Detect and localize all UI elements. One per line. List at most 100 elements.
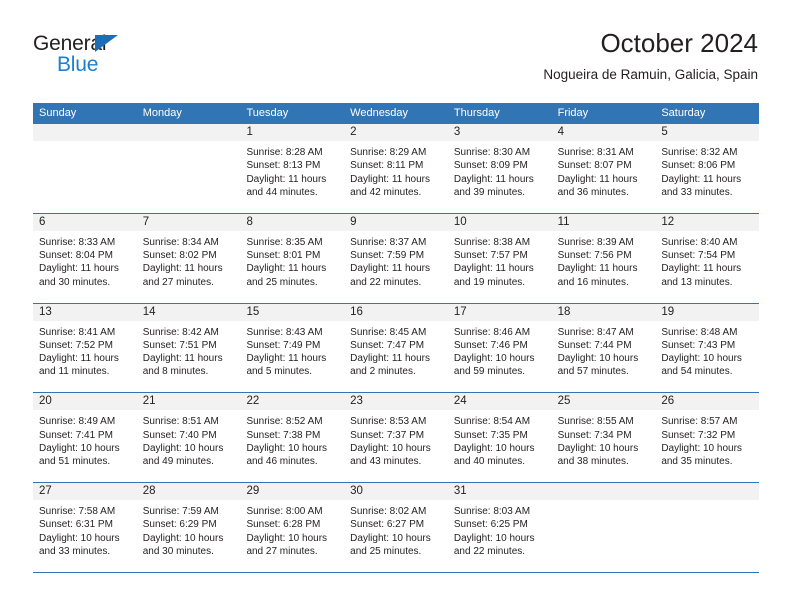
sunset-text: Sunset: 6:25 PM bbox=[453, 519, 528, 531]
calendar-day-cell[interactable]: 25 Sunrise: 8:55 AM Sunset: 7:34 PM Dayligh… bbox=[551, 393, 656, 483]
sunrise-text: Sunrise: 8:53 AM bbox=[350, 416, 427, 428]
calendar-day-cell[interactable]: 14 Sunrise: 8:42 AM Sunset: 7:51 PM Dayligh… bbox=[136, 303, 241, 393]
daylight-text-line2: and 30 minutes. bbox=[39, 276, 111, 288]
calendar-day-cell[interactable]: 31 Sunrise: 8:03 AM Sunset: 6:25 PM Dayligh… bbox=[447, 483, 552, 572]
day-number-band: 19 bbox=[655, 303, 760, 321]
calendar-day-cell[interactable]: 13 Sunrise: 8:41 AM Sunset: 7:52 PM Dayligh… bbox=[33, 303, 137, 393]
calendar-day-cell[interactable]: 12 Sunrise: 8:40 AM Sunset: 7:54 PM Dayligh… bbox=[655, 213, 760, 303]
calendar-day-cell[interactable]: 2 Sunrise: 8:29 AM Sunset: 8:11 PM Daylight… bbox=[344, 124, 448, 213]
daylight-text-line1: Daylight: 10 hours bbox=[453, 442, 535, 454]
calendar-day-cell[interactable]: 5 Sunrise: 8:32 AM Sunset: 8:06 PM Daylight… bbox=[655, 124, 760, 213]
calendar-week-row: 1 Sunrise: 8:28 AM Sunset: 8:13 PM Daylight… bbox=[33, 124, 760, 214]
calendar-day-cell[interactable]: 24 Sunrise: 8:54 AM Sunset: 7:35 PM Dayligh… bbox=[447, 393, 552, 483]
sunset-text: Sunset: 7:52 PM bbox=[39, 339, 113, 351]
daylight-text-line2: and 51 minutes. bbox=[39, 456, 111, 468]
calendar-day-cell[interactable]: 10 Sunrise: 8:38 AM Sunset: 7:57 PM Dayligh… bbox=[447, 213, 552, 303]
day-details: Sunrise: 8:38 AM Sunset: 7:57 PM Daylight:… bbox=[448, 231, 552, 289]
daylight-text-line2: and 22 minutes. bbox=[350, 276, 422, 288]
sunset-text: Sunset: 7:59 PM bbox=[350, 250, 425, 262]
day-details: Sunrise: 8:55 AM Sunset: 7:34 PM Daylight:… bbox=[552, 410, 656, 468]
day-number: 5 bbox=[661, 126, 668, 138]
day-number-band: 2 bbox=[344, 124, 448, 141]
daylight-text-line1: Daylight: 11 hours bbox=[453, 173, 534, 185]
sunrise-text: Sunrise: 7:58 AM bbox=[39, 506, 116, 518]
sunset-text: Sunset: 8:06 PM bbox=[661, 160, 736, 172]
calendar-day-cell[interactable]: 17 Sunrise: 8:46 AM Sunset: 7:46 PM Dayligh… bbox=[447, 303, 552, 393]
calendar-day-cell[interactable]: 16 Sunrise: 8:45 AM Sunset: 7:47 PM Dayligh… bbox=[344, 303, 448, 393]
calendar-day-cell[interactable]: 8 Sunrise: 8:35 AM Sunset: 8:01 PM Daylight… bbox=[240, 213, 345, 303]
daylight-text-line2: and 39 minutes. bbox=[453, 186, 526, 198]
daylight-text-line2: and 40 minutes. bbox=[453, 456, 526, 468]
sunrise-text: Sunrise: 8:30 AM bbox=[453, 147, 531, 158]
day-number-band: 7 bbox=[136, 213, 241, 231]
calendar-day-cell[interactable]: 7 Sunrise: 8:34 AM Sunset: 8:02 PM Daylight… bbox=[136, 213, 241, 303]
daylight-text-line2: and 49 minutes. bbox=[142, 456, 214, 468]
calendar-day-cell[interactable]: 9 Sunrise: 8:37 AM Sunset: 7:59 PM Daylight… bbox=[344, 213, 448, 303]
day-details: Sunrise: 8:37 AM Sunset: 7:59 PM Daylight:… bbox=[344, 231, 448, 289]
calendar-day-cell[interactable]: 30 Sunrise: 8:02 AM Sunset: 6:27 PM Dayligh… bbox=[344, 483, 448, 572]
sunset-text: Sunset: 6:27 PM bbox=[350, 519, 425, 531]
weekday-header-row: Sunday Monday Tuesday Wednesday Thursday… bbox=[33, 103, 759, 124]
sunrise-text: Sunrise: 8:55 AM bbox=[557, 416, 634, 428]
day-number: 4 bbox=[557, 126, 564, 138]
sunset-text: Sunset: 7:41 PM bbox=[39, 429, 113, 441]
calendar-day-cell[interactable]: 18 Sunrise: 8:47 AM Sunset: 7:44 PM Dayligh… bbox=[551, 303, 656, 393]
calendar-day-cell[interactable]: 27 Sunrise: 7:58 AM Sunset: 6:31 PM Dayligh… bbox=[33, 483, 137, 572]
day-number-band: 24 bbox=[447, 393, 552, 411]
day-details: Sunrise: 8:30 AM Sunset: 8:09 PM Daylight:… bbox=[448, 141, 552, 199]
calendar-day-cell[interactable]: 20 Sunrise: 8:49 AM Sunset: 7:41 PM Dayligh… bbox=[33, 393, 137, 483]
calendar-day-cell[interactable]: 19 Sunrise: 8:48 AM Sunset: 7:43 PM Dayligh… bbox=[655, 303, 760, 393]
day-details: Sunrise: 7:59 AM Sunset: 6:29 PM Daylight:… bbox=[137, 500, 241, 558]
sunrise-text: Sunrise: 8:37 AM bbox=[350, 236, 427, 248]
calendar-day-cell[interactable]: 21 Sunrise: 8:51 AM Sunset: 7:40 PM Dayligh… bbox=[136, 393, 241, 483]
day-number: 3 bbox=[453, 126, 461, 138]
calendar-day-cell[interactable]: 22 Sunrise: 8:52 AM Sunset: 7:38 PM Dayligh… bbox=[240, 393, 345, 483]
sunset-text: Sunset: 7:44 PM bbox=[557, 339, 632, 351]
sunrise-text: Sunrise: 8:42 AM bbox=[142, 326, 219, 338]
calendar-day-cell-empty bbox=[655, 483, 760, 572]
day-details: Sunrise: 8:29 AM Sunset: 8:11 PM Daylight:… bbox=[344, 141, 448, 199]
sunrise-text: Sunrise: 8:49 AM bbox=[39, 416, 116, 428]
day-details: Sunrise: 8:00 AM Sunset: 6:28 PM Daylight:… bbox=[240, 500, 344, 558]
sunrise-text: Sunrise: 8:03 AM bbox=[453, 506, 531, 518]
weekday-header-sunday: Sunday bbox=[39, 107, 77, 119]
daylight-text-line1: Daylight: 11 hours bbox=[39, 353, 119, 365]
page-title: October 2024 bbox=[600, 28, 758, 58]
daylight-text-line2: and 42 minutes. bbox=[350, 186, 422, 198]
daylight-text-line2: and 13 minutes. bbox=[661, 276, 733, 288]
day-number: 22 bbox=[246, 395, 260, 408]
day-number-band: 8 bbox=[240, 213, 345, 231]
calendar-day-cell[interactable]: 15 Sunrise: 8:43 AM Sunset: 7:49 PM Dayligh… bbox=[240, 303, 345, 393]
daylight-text-line1: Daylight: 10 hours bbox=[661, 353, 742, 365]
sunset-text: Sunset: 7:32 PM bbox=[661, 429, 736, 441]
day-number: 15 bbox=[246, 305, 260, 318]
sunrise-text: Sunrise: 8:41 AM bbox=[39, 326, 116, 338]
calendar-day-cell[interactable]: 3 Sunrise: 8:30 AM Sunset: 8:09 PM Daylight… bbox=[447, 124, 552, 213]
calendar-day-cell-empty bbox=[551, 483, 656, 572]
day-number: 7 bbox=[142, 215, 150, 228]
day-number-band: 12 bbox=[655, 213, 760, 231]
daylight-text-line2: and 38 minutes. bbox=[557, 456, 629, 468]
sunset-text: Sunset: 7:40 PM bbox=[142, 429, 217, 441]
daylight-text-line2: and 43 minutes. bbox=[350, 456, 422, 468]
daylight-text-line2: and 35 minutes. bbox=[661, 456, 733, 468]
calendar-day-cell[interactable]: 28 Sunrise: 7:59 AM Sunset: 6:29 PM Dayligh… bbox=[136, 483, 241, 572]
calendar-day-cell[interactable]: 6 Sunrise: 8:33 AM Sunset: 8:04 PM Daylight… bbox=[33, 213, 137, 303]
day-number-band: 25 bbox=[551, 393, 656, 411]
day-details bbox=[655, 500, 759, 505]
calendar-day-cell[interactable]: 1 Sunrise: 8:28 AM Sunset: 8:13 PM Daylight… bbox=[240, 124, 345, 213]
daylight-text-line2: and 57 minutes. bbox=[557, 366, 629, 378]
calendar-day-cell[interactable]: 23 Sunrise: 8:53 AM Sunset: 7:37 PM Dayligh… bbox=[344, 393, 448, 483]
day-number: 18 bbox=[557, 305, 571, 318]
calendar-day-cell[interactable]: 11 Sunrise: 8:39 AM Sunset: 7:56 PM Dayligh… bbox=[551, 213, 656, 303]
day-number: 30 bbox=[350, 485, 363, 498]
calendar-day-cell[interactable]: 26 Sunrise: 8:57 AM Sunset: 7:32 PM Dayligh… bbox=[655, 393, 760, 483]
sunrise-text: Sunrise: 8:40 AM bbox=[661, 236, 738, 248]
calendar-day-cell[interactable]: 4 Sunrise: 8:31 AM Sunset: 8:07 PM Daylight… bbox=[551, 124, 656, 213]
daylight-text-line1: Daylight: 10 hours bbox=[39, 442, 120, 454]
day-number-band: 28 bbox=[136, 483, 241, 501]
calendar-day-cell[interactable]: 29 Sunrise: 8:00 AM Sunset: 6:28 PM Dayligh… bbox=[240, 483, 345, 572]
sunset-text: Sunset: 7:57 PM bbox=[453, 250, 528, 262]
day-details: Sunrise: 8:40 AM Sunset: 7:54 PM Daylight:… bbox=[655, 231, 759, 289]
daylight-text-line2: and 30 minutes. bbox=[142, 546, 214, 558]
